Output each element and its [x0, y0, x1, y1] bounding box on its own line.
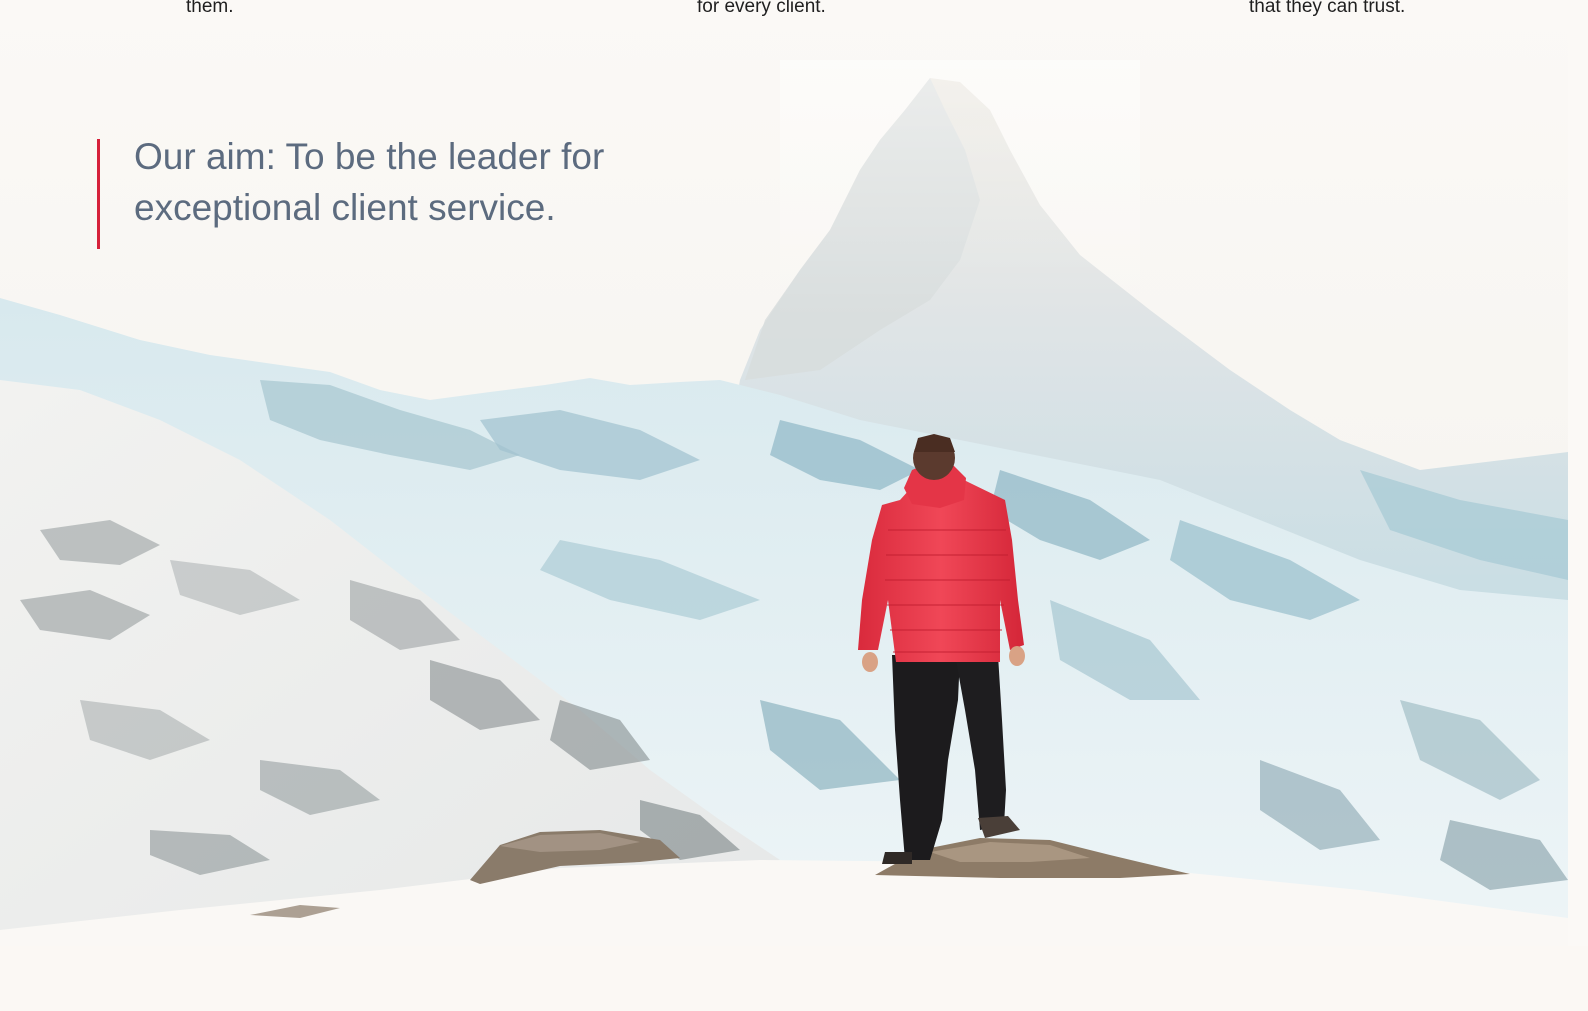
- aim-statement-line-1: Our aim: To be the leader for: [134, 136, 605, 177]
- aim-statement: Our aim: To be the leader for exceptiona…: [134, 131, 654, 249]
- column-1-text-fragment: them.: [186, 0, 234, 17]
- aim-callout: Our aim: To be the leader for exceptiona…: [97, 136, 654, 249]
- column-3-text-fragment: that they can trust.: [1249, 0, 1406, 17]
- aim-statement-line-2: exceptional client service.: [134, 187, 556, 228]
- column-2-text-fragment: for every client.: [697, 0, 826, 17]
- page: them. for every client. that they can tr…: [0, 0, 1588, 1011]
- page-bottom-margin: [0, 946, 1588, 1011]
- accent-rule: [97, 139, 100, 249]
